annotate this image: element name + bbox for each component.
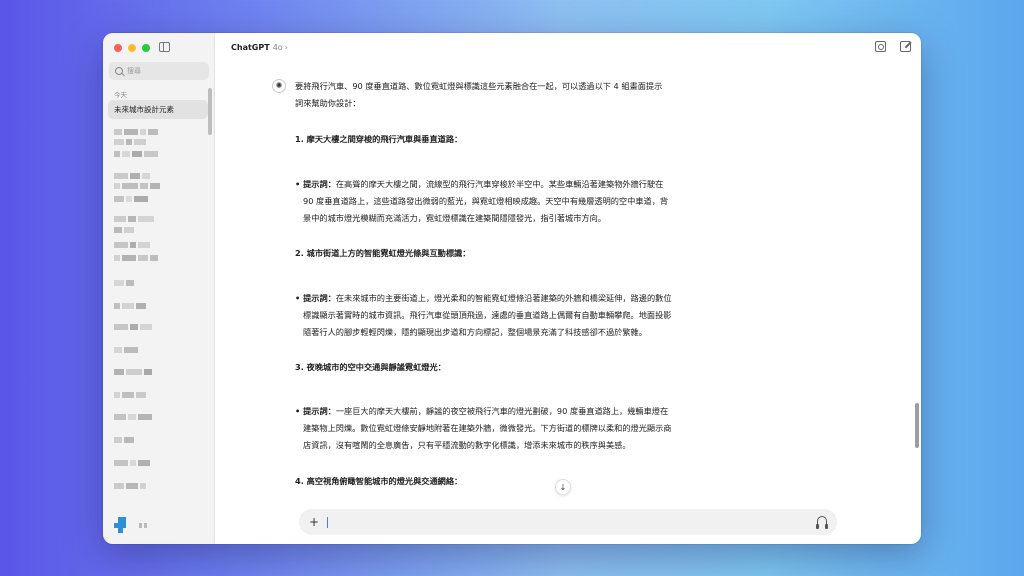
prompt-text: 在高聳的摩天大樓之間，流線型的飛行汽車穿梭於半空中。某些車輛沿著建築物外牆行駛在 [335,179,664,189]
prompt-label: • 提示詞： [295,406,336,416]
text-cursor [327,516,329,528]
voice-mode-icon[interactable] [816,516,828,529]
scroll-to-bottom-button[interactable]: ↓ [555,479,571,495]
sidebar: 搜尋 今天 未來城市設計元素 [103,33,215,544]
prompt-text-line: • 提示詞：在未來城市的主要街道上，燈光柔和的智能霓虹燈條沿著建築的外牆和橋梁延… [295,290,672,306]
section-label-today: 今天 [114,91,127,99]
sidebar-chat-item-blurred[interactable] [114,151,158,157]
app-logo-icon [114,517,130,533]
sidebar-chat-item-blurred[interactable] [114,173,150,179]
section-heading: 4. 高空視角俯瞰智能城市的燈光與交通網絡： [295,476,463,486]
sidebar-chat-item-blurred[interactable] [114,129,158,135]
prompt-text-line: • 提示詞：一座巨大的摩天大樓前，靜謐的夜空被飛行汽車的燈光劃破，90 度垂直道… [295,403,668,419]
chat-scrollbar[interactable] [915,403,919,448]
section-heading: 3. 夜晚城市的空中交通與靜謐霓虹燈光： [295,362,446,372]
prompt-text-line: 90 度垂直道路上，這些道路發出微弱的藍光，與霓虹燈相映成趣。天空中有幾層透明的… [303,196,669,206]
sidebar-chat-item-blurred[interactable] [114,392,146,398]
sidebar-chat-item-blurred[interactable] [114,303,146,309]
prompt-text-line: 隨著行人的腳步輕輕閃爍，隱約顯現出步道和方向標記，整個場景充滿了科技感卻不過於繁… [303,327,647,337]
message-composer[interactable]: + [299,509,837,535]
window-controls [114,44,150,52]
sidebar-chat-active[interactable]: 未來城市設計元素 [108,100,208,119]
maximize-window-button[interactable] [142,44,150,52]
chat-main: ChatGPT 4o › ✺ 要將飛行汽車、90 度垂直道路、數位霓虹燈與標識這… [215,33,921,544]
prompt-text: 一座巨大的摩天大樓前，靜謐的夜空被飛行汽車的燈光劃破，90 度垂直道路上，幾輛車… [335,406,669,416]
sidebar-chat-item-blurred[interactable] [114,483,146,489]
attach-plus-icon[interactable]: + [309,515,319,529]
top-toolbar [875,41,911,52]
prompt-text-line: 店資訊，沒有喧鬧的全息廣告，只有平穩流動的數字化標識，增添未來城市的秩序與美感。 [303,440,631,450]
close-window-button[interactable] [114,44,122,52]
prompt-text: 在未來城市的主要街道上，燈光柔和的智能霓虹燈條沿著建築的外牆和橋梁延伸，路邊的數… [335,293,672,303]
sidebar-chat-item-blurred[interactable] [114,460,150,466]
sidebar-chat-item-blurred[interactable] [114,347,138,353]
new-chat-icon[interactable] [900,41,911,52]
sidebar-chat-item-blurred[interactable] [114,280,134,286]
sidebar-chat-item-blurred[interactable] [114,437,134,443]
user-profile-blurred[interactable] [139,523,147,528]
section-heading: 1. 摩天大樓之間穿梭的飛行汽車與垂直道路： [295,134,463,144]
sidebar-chat-item-blurred[interactable] [114,227,134,233]
sidebar-chat-item-blurred[interactable] [114,324,152,330]
prompt-text-line: 標識顯示著實時的城市資訊。飛行汽車從頭頂飛過，遠處的垂直道路上偶爾有自動車輛攀爬… [303,310,672,320]
sidebar-chat-item-blurred[interactable] [114,216,154,222]
app-name: ChatGPT [231,42,270,52]
sidebar-chat-item-blurred[interactable] [114,183,160,189]
chevron-right-icon: › [284,42,288,52]
sidebar-chat-item-blurred[interactable] [114,369,152,375]
sidebar-scrollbar[interactable] [208,88,212,135]
temporary-chat-icon[interactable] [875,41,886,52]
sidebar-chat-item-blurred[interactable] [114,414,152,420]
prompt-text-line: 建築物上閃爍。數位霓虹燈條安靜地附著在建築外牆，微微發光。下方街道的標牌以柔和的… [303,423,672,433]
prompt-text-line: • 提示詞：在高聳的摩天大樓之間，流線型的飛行汽車穿梭於半空中。某些車輛沿著建築… [295,176,663,192]
sidebar-chat-item-blurred[interactable] [114,139,146,145]
message-intro-line: 要將飛行汽車、90 度垂直道路、數位霓虹燈與標識這些元素融合在一起，可以透過以下… [295,81,663,91]
search-icon [115,67,123,75]
section-heading: 2. 城市街道上方的智能霓虹燈光條與互動標識： [295,248,471,258]
sidebar-chat-item-blurred[interactable] [114,255,158,261]
search-placeholder: 搜尋 [127,67,141,75]
message-intro-line: 詞來幫助你設計： [295,98,361,108]
prompt-label: • 提示詞： [295,179,336,189]
prompt-label: • 提示詞： [295,293,336,303]
app-window: 搜尋 今天 未來城市設計元素 ChatGPT 4o › ✺ 要將飛行汽車、90 … [103,33,921,544]
sidebar-toggle-icon[interactable] [159,42,170,52]
model-selector[interactable]: ChatGPT 4o › [215,33,921,61]
minimize-window-button[interactable] [128,44,136,52]
model-version: 4o [272,42,283,52]
sidebar-chat-item-blurred[interactable] [114,196,148,202]
chatgpt-avatar-icon: ✺ [272,79,286,93]
sidebar-search[interactable]: 搜尋 [109,62,209,80]
sidebar-chat-item-blurred[interactable] [114,242,150,248]
prompt-text-line: 景中的城市燈光模糊而充滿活力，霓虹燈標識在建築間隱隱發光，指引著城市方向。 [303,213,606,223]
